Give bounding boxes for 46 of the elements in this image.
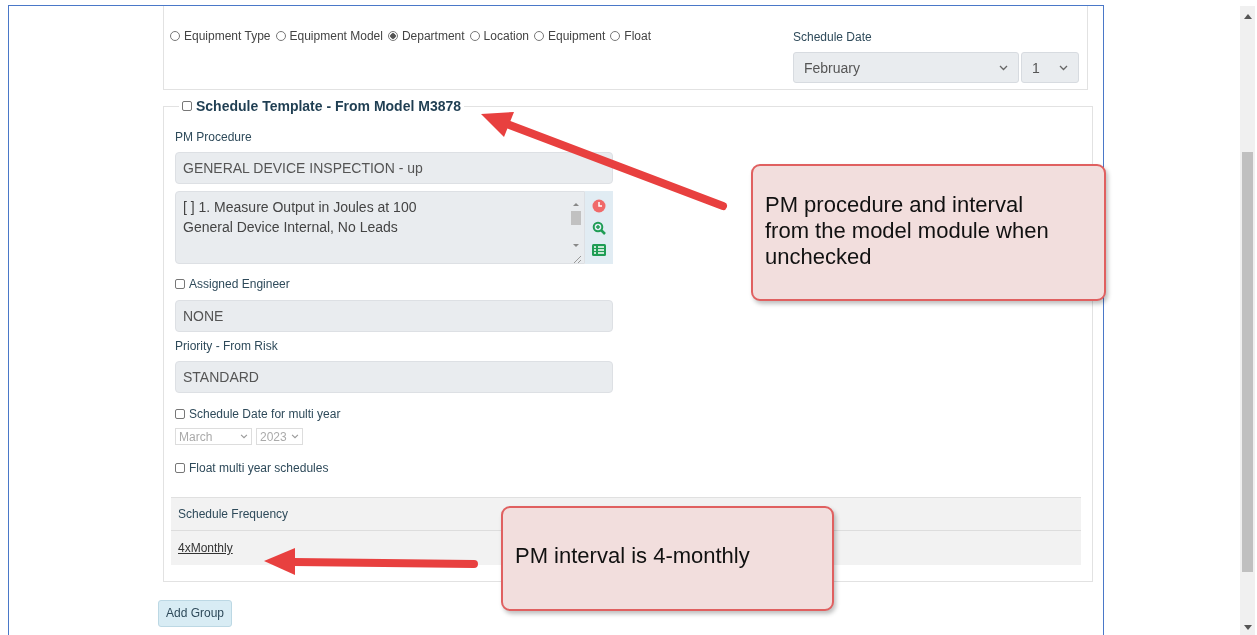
month-select[interactable]: February xyxy=(793,52,1019,83)
scrollbar-thumb[interactable] xyxy=(1242,152,1253,572)
radio-button[interactable] xyxy=(387,31,398,41)
checkbox-label: Schedule Date for multi year xyxy=(189,407,341,421)
radio-button[interactable] xyxy=(170,31,180,41)
radio-button[interactable] xyxy=(275,31,286,41)
checkbox[interactable] xyxy=(175,409,185,419)
callout: PM interval is 4-monthly xyxy=(501,506,834,611)
down-arrow-icon[interactable] xyxy=(1243,625,1252,630)
step-text: [ ] 1. Measure Output in Joules at 100 xyxy=(183,198,417,217)
frequency-link[interactable]: 4xMonthly xyxy=(178,541,233,555)
radio-option[interactable]: Equipment Model xyxy=(275,29,383,43)
radio-option[interactable]: Equipment Type xyxy=(170,29,271,43)
add-group-button[interactable]: Add Group xyxy=(158,600,233,627)
radio-button[interactable] xyxy=(534,31,544,41)
field-label: Priority - From Risk xyxy=(175,339,279,353)
up-arrow-icon[interactable] xyxy=(1243,14,1252,19)
checkbox[interactable] xyxy=(175,463,185,473)
caret-icon xyxy=(240,434,248,439)
radio-button[interactable] xyxy=(610,31,621,41)
callout: PM procedure and interval from the model module when unchecked xyxy=(751,164,1106,301)
caret-icon xyxy=(1059,64,1068,71)
radio-option[interactable]: Float xyxy=(610,29,652,43)
radio-option[interactable]: Equipment xyxy=(534,29,606,43)
caret-icon xyxy=(999,64,1008,71)
checkbox[interactable] xyxy=(182,101,192,111)
list-icon[interactable] xyxy=(592,243,606,256)
field-label: Schedule Date xyxy=(793,30,873,44)
day-select[interactable]: 1 xyxy=(1021,52,1079,83)
checkbox[interactable] xyxy=(175,279,185,289)
scrollbar[interactable] xyxy=(1240,6,1255,635)
procedure-field[interactable]: GENERAL DEVICE INSPECTION - up xyxy=(175,152,613,184)
field-label: PM Procedure xyxy=(175,130,253,144)
radio-option[interactable]: Department xyxy=(387,29,465,43)
zoom-in-icon[interactable] xyxy=(592,221,606,236)
step-text: General Device Internal, No Leads xyxy=(183,218,399,237)
caret-icon xyxy=(290,434,299,439)
checkbox-label: Assigned Engineer xyxy=(189,277,290,291)
section-title: Schedule Template - From Model M3878 xyxy=(196,98,462,114)
radio-option[interactable]: Location xyxy=(469,29,529,43)
steps-textarea[interactable]: [ ] 1. Measure Output in Joules at 100 General Device Internal, No Leads xyxy=(175,191,585,264)
priority-field[interactable]: STANDARD xyxy=(175,361,613,393)
checkbox-label: Float multi year schedules xyxy=(189,461,329,475)
engineer-field[interactable]: NONE xyxy=(175,300,613,332)
radio-button[interactable] xyxy=(469,31,480,41)
clock-icon[interactable] xyxy=(592,199,606,214)
